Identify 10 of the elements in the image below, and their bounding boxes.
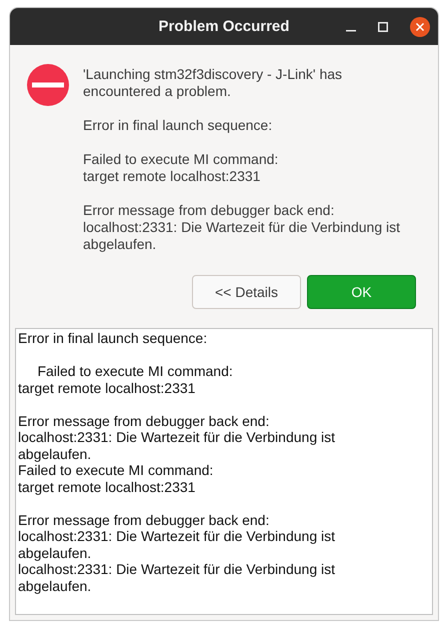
error-icon <box>27 64 69 106</box>
error-summary: 'Launching stm32f3discovery - J-Link' has encountered a problem. <box>83 66 344 100</box>
close-icon[interactable] <box>410 16 430 36</box>
details-field[interactable]: Error in final launch sequence: Failed to execute MI command: target remote localhost:2331 Error message from debugger back end: localhost:2331: Die Wartezeit für die Verbindung ist abgelaufen. Failed to execute MI command: target remote localhost:2331 Error message from debugger back end: localhost:2331: Die Wartezeit für die Verbindung ist abgelaufen. localhost:2331: Die Wartezeit für die Verbindung ist abgelaufen. <box>15 328 433 615</box>
details-button[interactable]: << Details <box>192 275 301 309</box>
error-message: Error in final launch sequence: <box>83 117 274 134</box>
error-message: Error message from debugger back end: localhost:2331: Die Wartezeit für die Verbindung ist abgelaufen. <box>83 202 401 253</box>
window-title: Problem Occurred <box>158 18 290 35</box>
error-message: Failed to execute MI command: target remote localhost:2331 <box>83 151 280 185</box>
maximize-icon[interactable] <box>378 22 388 32</box>
